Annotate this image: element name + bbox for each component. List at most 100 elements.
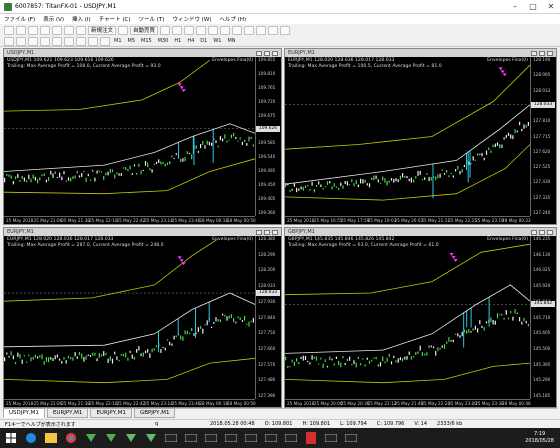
chart-close-button[interactable]: [547, 50, 553, 56]
tile-windows-icon[interactable]: [220, 25, 231, 35]
xm-app-icon-2[interactable]: [182, 429, 200, 447]
chart-window-1[interactable]: USDJPY,M1 USDJPY,M1 109.621 109.623 109.6…: [3, 48, 282, 225]
auto-trading-button[interactable]: 自動売買: [130, 25, 159, 35]
time-axis[interactable]: 25 May 2018 25 May 21:06 25 May 21:38 25 Ma…: [4, 399, 256, 407]
timeframe-w1[interactable]: W1: [211, 38, 223, 44]
candlestick-icon[interactable]: [172, 25, 183, 35]
xm-app-icon-3[interactable]: [202, 429, 220, 447]
bar-chart-icon[interactable]: [160, 25, 171, 35]
zoom-in-icon[interactable]: [196, 25, 207, 35]
menu-chart[interactable]: チャート (C): [95, 15, 135, 23]
text-label-icon[interactable]: [88, 36, 98, 46]
chart-close-button[interactable]: [272, 50, 278, 56]
price-axis[interactable]: 109.855 109.810 109.765 109.720 109.675 109.6…: [255, 57, 281, 216]
meta-editor-icon[interactable]: [118, 25, 129, 35]
crosshair-icon[interactable]: [16, 36, 26, 46]
timeframe-m5[interactable]: M5: [126, 38, 138, 44]
chart-title-bar[interactable]: GBPJPY,M1: [285, 228, 556, 236]
indicators-icon[interactable]: [256, 25, 267, 35]
price-axis[interactable]: 128.380 128.290 128.200 128.033 127.930 127.8…: [255, 236, 281, 399]
time-axis[interactable]: 25 May 2018 25 May 20:00 25 May 20:36 25 Ma…: [285, 399, 531, 407]
timeframe-m15[interactable]: M15: [139, 38, 154, 44]
xm-app-icon-9[interactable]: [342, 429, 360, 447]
menu-insert[interactable]: 挿入 (I): [68, 15, 95, 23]
market-watch-icon[interactable]: [28, 25, 38, 35]
xm-app-icon-4[interactable]: [222, 429, 240, 447]
new-order-button[interactable]: 新規注文: [88, 25, 117, 35]
chart-maximize-button[interactable]: [264, 50, 270, 56]
mt4-taskbar-icon-4[interactable]: [142, 429, 160, 447]
xm-app-icon-6[interactable]: [262, 429, 280, 447]
tab-eurjpy[interactable]: EURJPY,M1: [46, 408, 89, 418]
chart-close-button[interactable]: [272, 229, 278, 235]
timeframe-d1[interactable]: D1: [198, 38, 209, 44]
chart-canvas[interactable]: EURJPY,M1 128.020 128.036 128.017 128.03…: [285, 57, 556, 224]
time-axis[interactable]: 25 May 2018 25 May 21:06 25 May 21:38 25 Ma…: [4, 216, 256, 224]
mt4-taskbar-icon-2[interactable]: [102, 429, 120, 447]
tab-gbpjpy[interactable]: GBPJPY,M1: [133, 408, 176, 418]
menu-tools[interactable]: ツール (T): [135, 15, 169, 23]
menu-window[interactable]: ウィンドウ (W): [168, 15, 215, 23]
autoscroll-icon[interactable]: [244, 25, 255, 35]
templates-icon[interactable]: [280, 25, 291, 35]
tab-eurjpy-2[interactable]: EURJPY,M1: [90, 408, 132, 418]
timeframe-h1[interactable]: H1: [172, 38, 183, 44]
strategy-tester-icon[interactable]: [76, 25, 86, 35]
windows-start-icon[interactable]: [2, 429, 20, 447]
explorer-icon[interactable]: [42, 429, 60, 447]
price-axis[interactable]: 128.190128.095128.033127.905127.810127.7…: [530, 57, 556, 216]
chart-window-4[interactable]: GBPJPY,M1 GBPJPY,M1 145.835 145.846 145.8…: [284, 227, 557, 408]
channel-icon[interactable]: [64, 36, 74, 46]
profiles-icon[interactable]: [16, 25, 26, 35]
chart-close-button[interactable]: [547, 229, 553, 235]
chart-maximize-button[interactable]: [539, 50, 545, 56]
xm-app-icon-5[interactable]: [242, 429, 260, 447]
line-chart-icon[interactable]: [184, 25, 195, 35]
maximize-button[interactable]: □: [524, 0, 542, 14]
xm-app-icon-7[interactable]: [282, 429, 300, 447]
minimize-button[interactable]: –: [506, 0, 524, 14]
menu-file[interactable]: ファイル (F): [0, 15, 39, 23]
periods-icon[interactable]: [268, 25, 279, 35]
chart-maximize-button[interactable]: [539, 229, 545, 235]
chrome-icon[interactable]: [62, 429, 80, 447]
vertical-line-icon[interactable]: [28, 36, 38, 46]
timeframe-mn[interactable]: MN: [225, 38, 237, 44]
chart-title-bar[interactable]: EURJPY,M1: [285, 49, 556, 57]
timeframe-h4[interactable]: H4: [185, 38, 196, 44]
xm-app-icon[interactable]: [162, 429, 180, 447]
data-window-icon[interactable]: [40, 25, 50, 35]
chart-canvas[interactable]: GBPJPY,M1 145.835 145.846 145.826 145.84…: [285, 236, 556, 407]
edge-browser-icon[interactable]: [22, 429, 40, 447]
chart-canvas[interactable]: EURJPY,M1 128.020 128.036 128.017 128.03…: [4, 236, 281, 407]
timeframe-m1[interactable]: M1: [112, 38, 124, 44]
chart-canvas[interactable]: USDJPY,M1 109.621 109.623 109.616 109.62…: [4, 57, 281, 224]
menu-view[interactable]: 表示 (V): [39, 15, 68, 23]
timeframe-m30[interactable]: M30: [156, 38, 171, 44]
chart-shift-icon[interactable]: [232, 25, 243, 35]
terminal-icon[interactable]: [64, 25, 74, 35]
chart-minimize-button[interactable]: [531, 50, 537, 56]
tab-usdjpy[interactable]: USDJPY,M1: [3, 408, 45, 418]
navigator-icon[interactable]: [52, 25, 62, 35]
zoom-out-icon[interactable]: [208, 25, 219, 35]
close-button[interactable]: ✕: [542, 0, 560, 14]
cursor-icon[interactable]: [4, 36, 14, 46]
chart-minimize-button[interactable]: [531, 229, 537, 235]
time-axis[interactable]: 25 May 2018 25 May 16:55 25 May 17:59 25 Ma…: [285, 216, 531, 224]
trendline-icon[interactable]: [52, 36, 62, 46]
fibonacci-icon[interactable]: [76, 36, 86, 46]
chart-title-bar[interactable]: USDJPY,M1: [4, 49, 281, 57]
chart-window-2[interactable]: EURJPY,M1 EURJPY,M1 128.020 128.036 128.0…: [284, 48, 557, 225]
mt4-taskbar-icon-3[interactable]: [122, 429, 140, 447]
horizontal-line-icon[interactable]: [40, 36, 50, 46]
chart-minimize-button[interactable]: [256, 229, 262, 235]
arrow-marker-icon[interactable]: [100, 36, 110, 46]
xm-app-icon-8[interactable]: [322, 429, 340, 447]
new-chart-icon[interactable]: [4, 25, 14, 35]
pdf-app-icon[interactable]: [302, 429, 320, 447]
chart-maximize-button[interactable]: [264, 229, 270, 235]
chart-minimize-button[interactable]: [256, 50, 262, 56]
chart-title-bar[interactable]: EURJPY,M1: [4, 228, 281, 236]
menu-help[interactable]: ヘルプ (H): [215, 15, 250, 23]
